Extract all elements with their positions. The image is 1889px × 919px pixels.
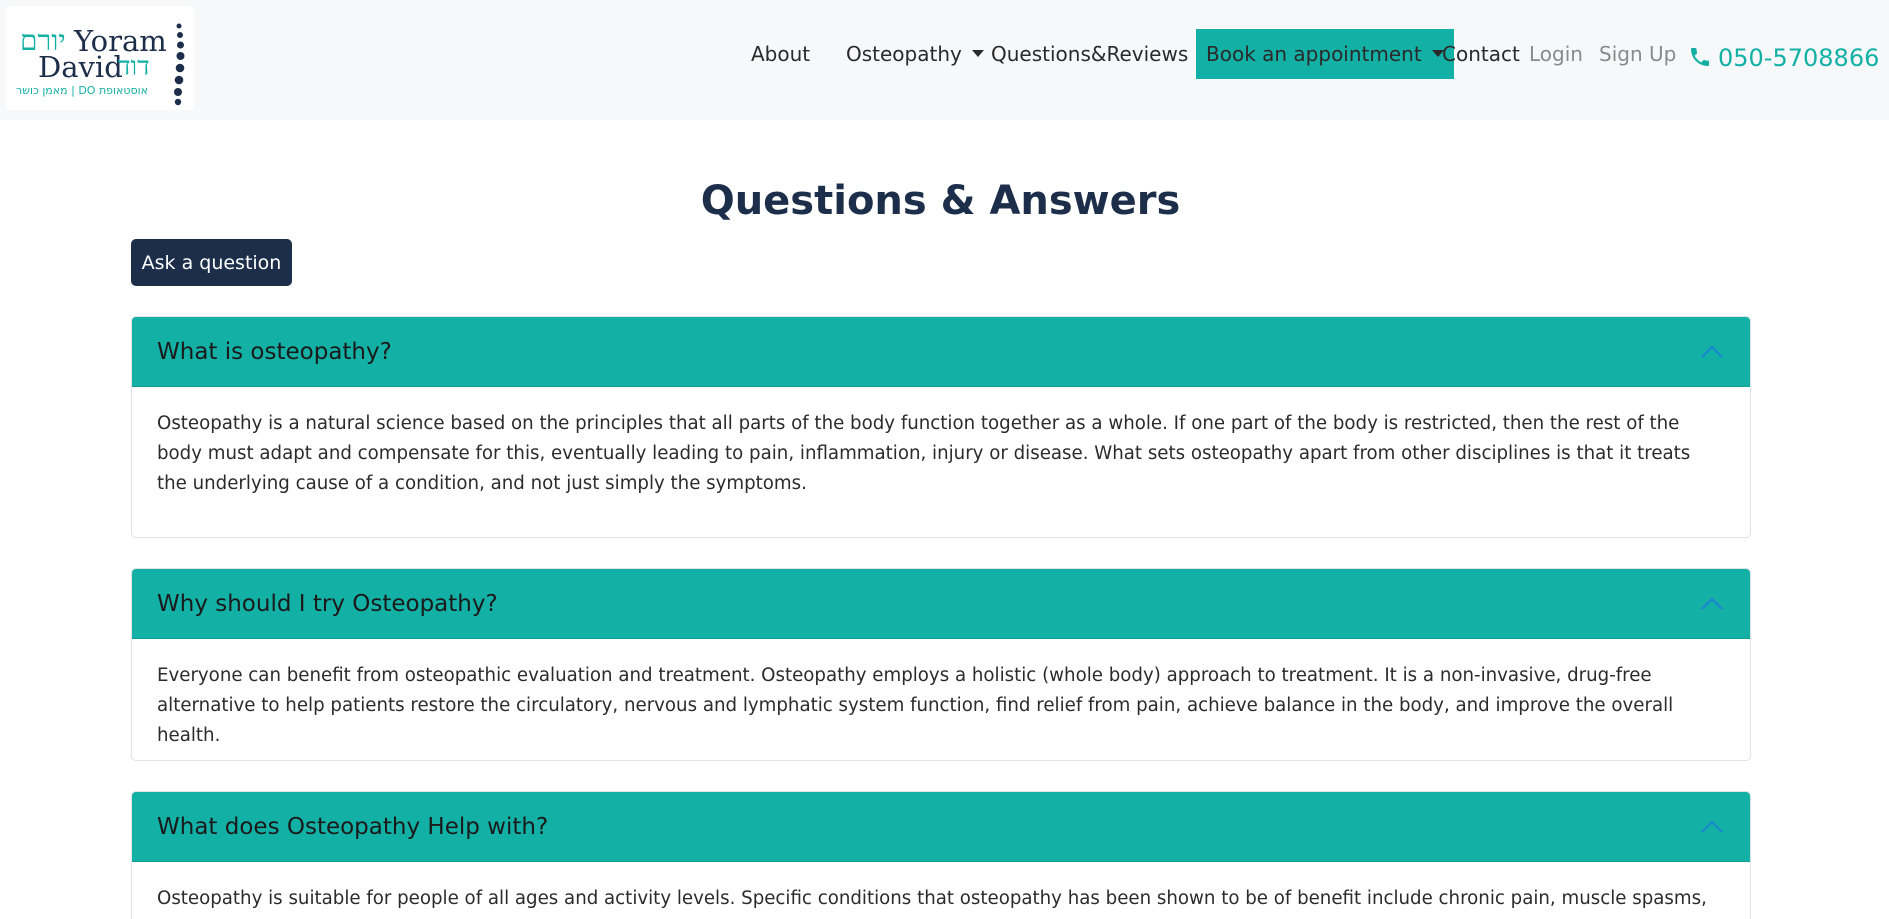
faq-answer: Osteopathy is suitable for people of all… bbox=[157, 888, 1707, 919]
page-title: Questions & Answers bbox=[700, 178, 1181, 224]
chevron-up-icon bbox=[1701, 820, 1723, 833]
phone-icon bbox=[1691, 48, 1709, 66]
logo-hebrew-last-name: דוד bbox=[118, 52, 150, 82]
faq-card: Why should I try Osteopathy? Everyone ca… bbox=[131, 568, 1751, 761]
faq-question: What is osteopathy? bbox=[157, 339, 392, 365]
phone-number: 050-5708866 bbox=[1718, 44, 1880, 72]
nav-book-label: Book an appointment bbox=[1206, 42, 1422, 66]
spine-icon bbox=[174, 23, 185, 106]
nav-about[interactable]: About bbox=[751, 29, 810, 79]
nav-osteopathy-dropdown[interactable]: Osteopathy bbox=[846, 29, 984, 79]
nav-osteopathy-label: Osteopathy bbox=[846, 42, 962, 66]
chevron-up-icon bbox=[1701, 345, 1723, 358]
nav-questions-reviews-label: Questions&Reviews bbox=[991, 42, 1189, 66]
nav-contact[interactable]: Contact bbox=[1442, 29, 1520, 79]
ask-question-button[interactable]: Ask a question bbox=[131, 239, 292, 286]
phone-link[interactable]: 050-5708866 bbox=[1688, 36, 1879, 80]
faq-header[interactable]: What is osteopathy? bbox=[132, 317, 1750, 387]
nav-login[interactable]: Login bbox=[1529, 29, 1583, 79]
nav-book-appointment-dropdown[interactable]: Book an appointment bbox=[1196, 29, 1454, 79]
faq-question: Why should I try Osteopathy? bbox=[157, 591, 498, 617]
faq-header[interactable]: What does Osteopathy Help with? bbox=[132, 792, 1750, 862]
faq-question: What does Osteopathy Help with? bbox=[157, 814, 549, 840]
faq-card: What is osteopathy? Osteopathy is a natu… bbox=[131, 316, 1751, 538]
faq-answer: Osteopathy is a natural science based on… bbox=[157, 413, 1691, 494]
caret-down-icon bbox=[971, 50, 984, 57]
faq-card: What does Osteopathy Help with? Osteopat… bbox=[131, 791, 1751, 919]
nav-questions-reviews-dropdown[interactable]: Questions&Reviews bbox=[991, 29, 1211, 79]
logo-tagline: אוסטאופת DO | מאמן כושר bbox=[16, 84, 149, 97]
faq-answer: Everyone can benefit from osteopathic ev… bbox=[157, 665, 1674, 746]
chevron-up-icon bbox=[1701, 597, 1723, 610]
logo-last-name: David bbox=[38, 50, 123, 84]
faq-header[interactable]: Why should I try Osteopathy? bbox=[132, 569, 1750, 639]
top-navbar: יורם Yoram David דוד אוסטאופת DO | מאמן … bbox=[0, 0, 1889, 120]
nav-signup[interactable]: Sign Up bbox=[1599, 29, 1676, 79]
site-logo[interactable]: יורם Yoram David דוד אוסטאופת DO | מאמן … bbox=[6, 6, 194, 110]
